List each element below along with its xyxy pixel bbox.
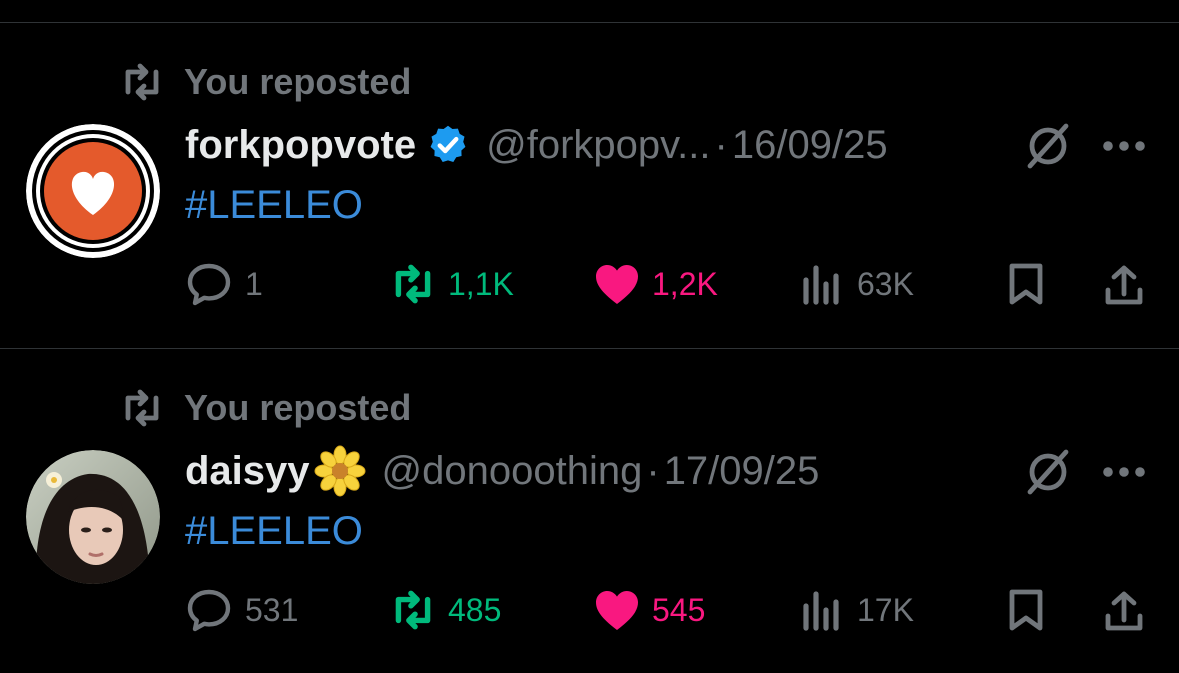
separator-dot: ·	[646, 448, 660, 493]
repost-button[interactable]: 1,1K	[388, 262, 514, 306]
view-count: 63K	[857, 265, 914, 302]
views-button[interactable]: 63K	[797, 262, 914, 306]
view-count: 17K	[857, 591, 914, 628]
heart-icon	[596, 591, 638, 630]
repost-icon	[125, 389, 159, 427]
repost-icon	[395, 264, 431, 304]
tweet-text[interactable]: #LEELEO	[185, 180, 363, 230]
grok-icon[interactable]	[1022, 448, 1074, 496]
post-2[interactable]: You reposted daisyy @donooothing · 17/09…	[0, 349, 1179, 673]
reply-count: 1	[245, 265, 263, 302]
daisy-emoji-icon	[314, 445, 366, 497]
reply-icon	[187, 263, 231, 306]
like-button[interactable]: 1,2K	[592, 262, 718, 306]
repost-count: 1,1K	[448, 265, 514, 302]
like-count: 1,2K	[652, 265, 718, 302]
post-1[interactable]: You reposted forkpopvote @forkpopv... · …	[0, 23, 1179, 348]
bookmark-icon[interactable]	[1004, 588, 1048, 632]
views-icon	[803, 265, 839, 305]
profile-photo-avatar-icon	[26, 450, 160, 584]
reply-icon	[187, 589, 231, 632]
action-bar: 531 485 545 17K	[0, 588, 1179, 632]
repost-icon	[125, 63, 159, 101]
avatar[interactable]	[26, 124, 160, 258]
avatar[interactable]	[26, 450, 160, 584]
reply-count: 531	[245, 591, 299, 628]
grok-icon[interactable]	[1022, 122, 1074, 170]
heart-icon	[596, 265, 638, 304]
bookmark-icon[interactable]	[1004, 262, 1048, 306]
views-button[interactable]: 17K	[797, 588, 914, 632]
user-handle[interactable]: @forkpopv...	[486, 123, 710, 168]
like-button[interactable]: 545	[592, 588, 705, 632]
repost-label: You reposted	[184, 387, 412, 428]
repost-icon	[395, 590, 431, 630]
more-options-icon[interactable]	[1100, 454, 1148, 490]
like-count: 545	[652, 591, 706, 628]
user-handle[interactable]: @donooothing	[382, 449, 643, 494]
views-icon	[803, 591, 839, 631]
tweet-text[interactable]: #LEELEO	[185, 506, 363, 556]
display-name[interactable]: forkpopvote	[185, 123, 416, 168]
post-date[interactable]: 17/09/25	[664, 449, 820, 494]
more-options-icon[interactable]	[1100, 128, 1148, 164]
share-icon[interactable]	[1100, 262, 1148, 310]
reply-button[interactable]: 531	[185, 588, 298, 632]
repost-context: You reposted	[118, 60, 411, 104]
repost-count: 485	[448, 591, 502, 628]
post-header: forkpopvote @forkpopv... · 16/09/25	[185, 120, 888, 170]
post-date[interactable]: 16/09/25	[732, 123, 888, 168]
post-header: daisyy @donooothing · 17/09/25	[185, 445, 820, 497]
share-icon[interactable]	[1100, 588, 1148, 636]
reply-button[interactable]: 1	[185, 262, 263, 306]
verified-badge-icon[interactable]	[426, 123, 470, 167]
separator-dot: ·	[714, 122, 728, 167]
timeline-feed: You reposted forkpopvote @forkpopv... · …	[0, 0, 1179, 673]
action-bar: 1 1,1K 1,2K 63K	[0, 262, 1179, 306]
repost-label: You reposted	[184, 61, 412, 102]
heart-logo-avatar-icon	[26, 124, 160, 258]
repost-context: You reposted	[118, 386, 411, 430]
repost-button[interactable]: 485	[388, 588, 501, 632]
display-name[interactable]: daisyy	[185, 449, 310, 494]
